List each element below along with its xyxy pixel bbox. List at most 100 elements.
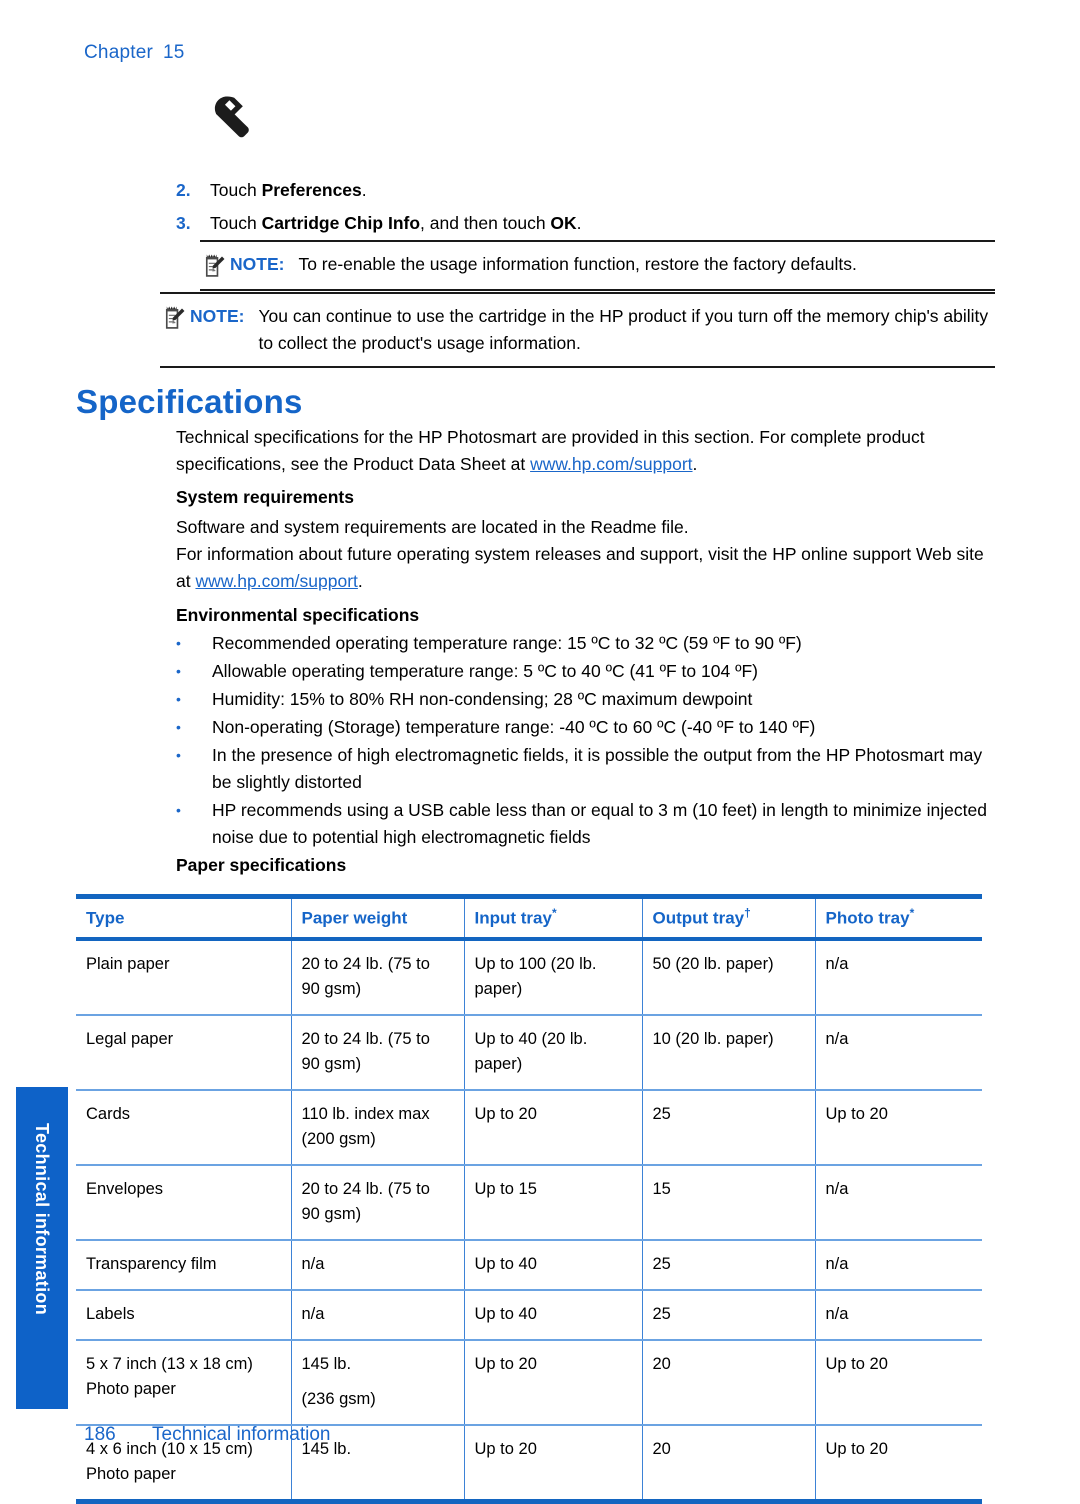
cell-output-tray: 10 (20 lb. paper) bbox=[642, 1014, 816, 1091]
cell-type: 5 x 7 inch (13 x 18 cm) Photo paper bbox=[76, 1339, 292, 1426]
cell-text: Up to 15 bbox=[474, 1179, 537, 1198]
cell-text: 5 x 7 inch (13 x 18 cm) bbox=[86, 1354, 253, 1373]
bullet-marker: • bbox=[176, 635, 181, 651]
column-header-paper-weight: Paper weight bbox=[291, 896, 465, 939]
system-requirements-paragraph-1: Software and system requirements are loc… bbox=[176, 517, 689, 537]
step-suffix: . bbox=[576, 213, 582, 233]
cell-text: 50 (20 lb. paper) bbox=[652, 954, 774, 973]
cell-text: 25 bbox=[652, 1254, 671, 1273]
bullet-marker: • bbox=[176, 802, 181, 818]
cell-input-tray: Up to 20 bbox=[464, 1424, 643, 1504]
cell-text-line2: paper) bbox=[474, 979, 523, 998]
cell-type: Envelopes bbox=[76, 1164, 292, 1241]
cell-photo-tray: Up to 20 bbox=[815, 1424, 982, 1504]
cell-output-tray: 20 bbox=[642, 1424, 816, 1504]
cell-text: 20 to 24 lb. (75 to bbox=[301, 1179, 430, 1198]
paper-specifications-table: Type Paper weight Input tray* Output tra… bbox=[76, 894, 982, 1504]
cell-output-tray: 25 bbox=[642, 1089, 816, 1166]
column-header-type: Type bbox=[76, 896, 292, 939]
cell-text: 20 bbox=[652, 1354, 671, 1373]
cell-paper-weight: n/a bbox=[291, 1289, 465, 1341]
cell-output-tray: 25 bbox=[642, 1239, 816, 1291]
bullet-marker: • bbox=[176, 747, 181, 763]
cell-text: Up to 20 bbox=[825, 1104, 888, 1123]
cell-paper-weight: n/a bbox=[291, 1239, 465, 1291]
list-item: • Non-operating (Storage) temperature ra… bbox=[176, 714, 996, 741]
step-number: 2. bbox=[176, 180, 191, 200]
side-tab: Technical information bbox=[16, 1087, 68, 1409]
support-url-link[interactable]: www.hp.com/support bbox=[530, 454, 692, 474]
section-intro-paragraph: Technical specifications for the HP Phot… bbox=[176, 424, 994, 478]
cell-text: Labels bbox=[86, 1304, 135, 1323]
cell-type: Legal paper bbox=[76, 1014, 292, 1091]
table-row: Envelopes 20 to 24 lb. (75 to 90 gsm) Up … bbox=[76, 1164, 982, 1241]
cell-paper-weight: 20 to 24 lb. (75 to 90 gsm) bbox=[291, 1014, 465, 1091]
cell-output-tray: 50 (20 lb. paper) bbox=[642, 938, 816, 1016]
cell-text: Up to 20 bbox=[825, 1439, 888, 1458]
list-item-text: HP recommends using a USB cable less tha… bbox=[212, 800, 987, 847]
column-header-label: Type bbox=[86, 908, 125, 928]
cell-text: 145 lb. bbox=[301, 1354, 352, 1373]
list-item: • Allowable operating temperature range:… bbox=[176, 658, 996, 685]
cell-output-tray: 20 bbox=[642, 1339, 816, 1426]
list-item: • Recommended operating temperature rang… bbox=[176, 630, 996, 657]
section-title: Specifications bbox=[76, 383, 303, 420]
cell-text: n/a bbox=[301, 1254, 325, 1273]
cell-text: Up to 20 bbox=[825, 1354, 888, 1373]
cell-output-tray: 15 bbox=[642, 1164, 816, 1241]
footer-page-number: 186 bbox=[84, 1424, 116, 1445]
cell-input-tray: Up to 20 bbox=[464, 1339, 643, 1426]
sysreq-text-part2: . bbox=[357, 571, 363, 591]
cell-text: 110 lb. index max bbox=[301, 1104, 430, 1123]
cell-text: 20 to 24 lb. (75 to bbox=[301, 954, 430, 973]
environmental-bullet-list: • Recommended operating temperature rang… bbox=[176, 630, 996, 852]
cell-text: n/a bbox=[825, 1029, 849, 1048]
cell-input-tray: Up to 40 bbox=[464, 1289, 643, 1341]
list-item: • Humidity: 15% to 80% RH non-condensing… bbox=[176, 686, 996, 713]
intro-text-part2: . bbox=[692, 454, 698, 474]
cell-text-line2: 90 gsm) bbox=[301, 1204, 362, 1223]
cell-paper-weight: 145 lb. (236 gsm) bbox=[291, 1339, 465, 1426]
cell-paper-weight: 20 to 24 lb. (75 to 90 gsm) bbox=[291, 938, 465, 1016]
cell-text: n/a bbox=[301, 1304, 325, 1323]
step-bold-term: Preferences bbox=[261, 180, 362, 200]
note-label: NOTE: bbox=[230, 254, 285, 274]
cell-text: Up to 40 bbox=[474, 1254, 537, 1273]
cell-text-line2: (236 gsm) bbox=[301, 1389, 376, 1408]
column-header-label: Photo tray bbox=[825, 908, 910, 928]
cell-input-tray: Up to 100 (20 lb. paper) bbox=[464, 938, 643, 1016]
cell-text: n/a bbox=[825, 954, 849, 973]
cell-text: 20 to 24 lb. (75 to bbox=[301, 1029, 430, 1048]
cell-text: Transparency film bbox=[86, 1254, 217, 1273]
cell-text: 20 bbox=[652, 1439, 671, 1458]
cell-photo-tray: n/a bbox=[815, 1239, 982, 1291]
table-row: 5 x 7 inch (13 x 18 cm) Photo paper 145 l… bbox=[76, 1339, 982, 1426]
cell-photo-tray: Up to 20 bbox=[815, 1339, 982, 1426]
step-prefix: Touch bbox=[210, 180, 262, 200]
column-header-label: Output tray bbox=[652, 908, 745, 928]
note-pad-icon bbox=[205, 254, 225, 277]
list-item: • HP recommends using a USB cable less t… bbox=[176, 797, 996, 851]
column-header-output-tray: Output tray† bbox=[642, 896, 816, 939]
cell-input-tray: Up to 15 bbox=[464, 1164, 643, 1241]
cell-photo-tray: n/a bbox=[815, 938, 982, 1016]
environmental-heading: Environmental specifications bbox=[176, 605, 420, 625]
list-item-text: Allowable operating temperature range: 5… bbox=[212, 661, 758, 681]
list-item-text: Recommended operating temperature range:… bbox=[212, 633, 802, 653]
bullet-marker: • bbox=[176, 663, 181, 679]
cell-text: Legal paper bbox=[86, 1029, 174, 1048]
cell-text-line2: paper) bbox=[474, 1054, 523, 1073]
step-bold-term-2: OK bbox=[550, 213, 577, 233]
cell-text: 25 bbox=[652, 1304, 671, 1323]
list-item-text: Humidity: 15% to 80% RH non-condensing; … bbox=[212, 689, 753, 709]
bullet-marker: • bbox=[176, 691, 181, 707]
column-header-photo-tray: Photo tray* bbox=[815, 897, 982, 939]
column-header-label: Paper weight bbox=[301, 908, 408, 928]
column-header-mark: * bbox=[551, 906, 557, 920]
cell-text-line2: Photo paper bbox=[86, 1464, 176, 1483]
table-row: Cards 110 lb. index max (200 gsm) Up to 2… bbox=[76, 1089, 982, 1166]
step-item: 2. Touch Preferences. bbox=[176, 175, 996, 205]
support-url-link[interactable]: www.hp.com/support bbox=[195, 571, 357, 591]
cell-paper-weight: 20 to 24 lb. (75 to 90 gsm) bbox=[291, 1164, 465, 1241]
cell-text: n/a bbox=[825, 1304, 849, 1323]
